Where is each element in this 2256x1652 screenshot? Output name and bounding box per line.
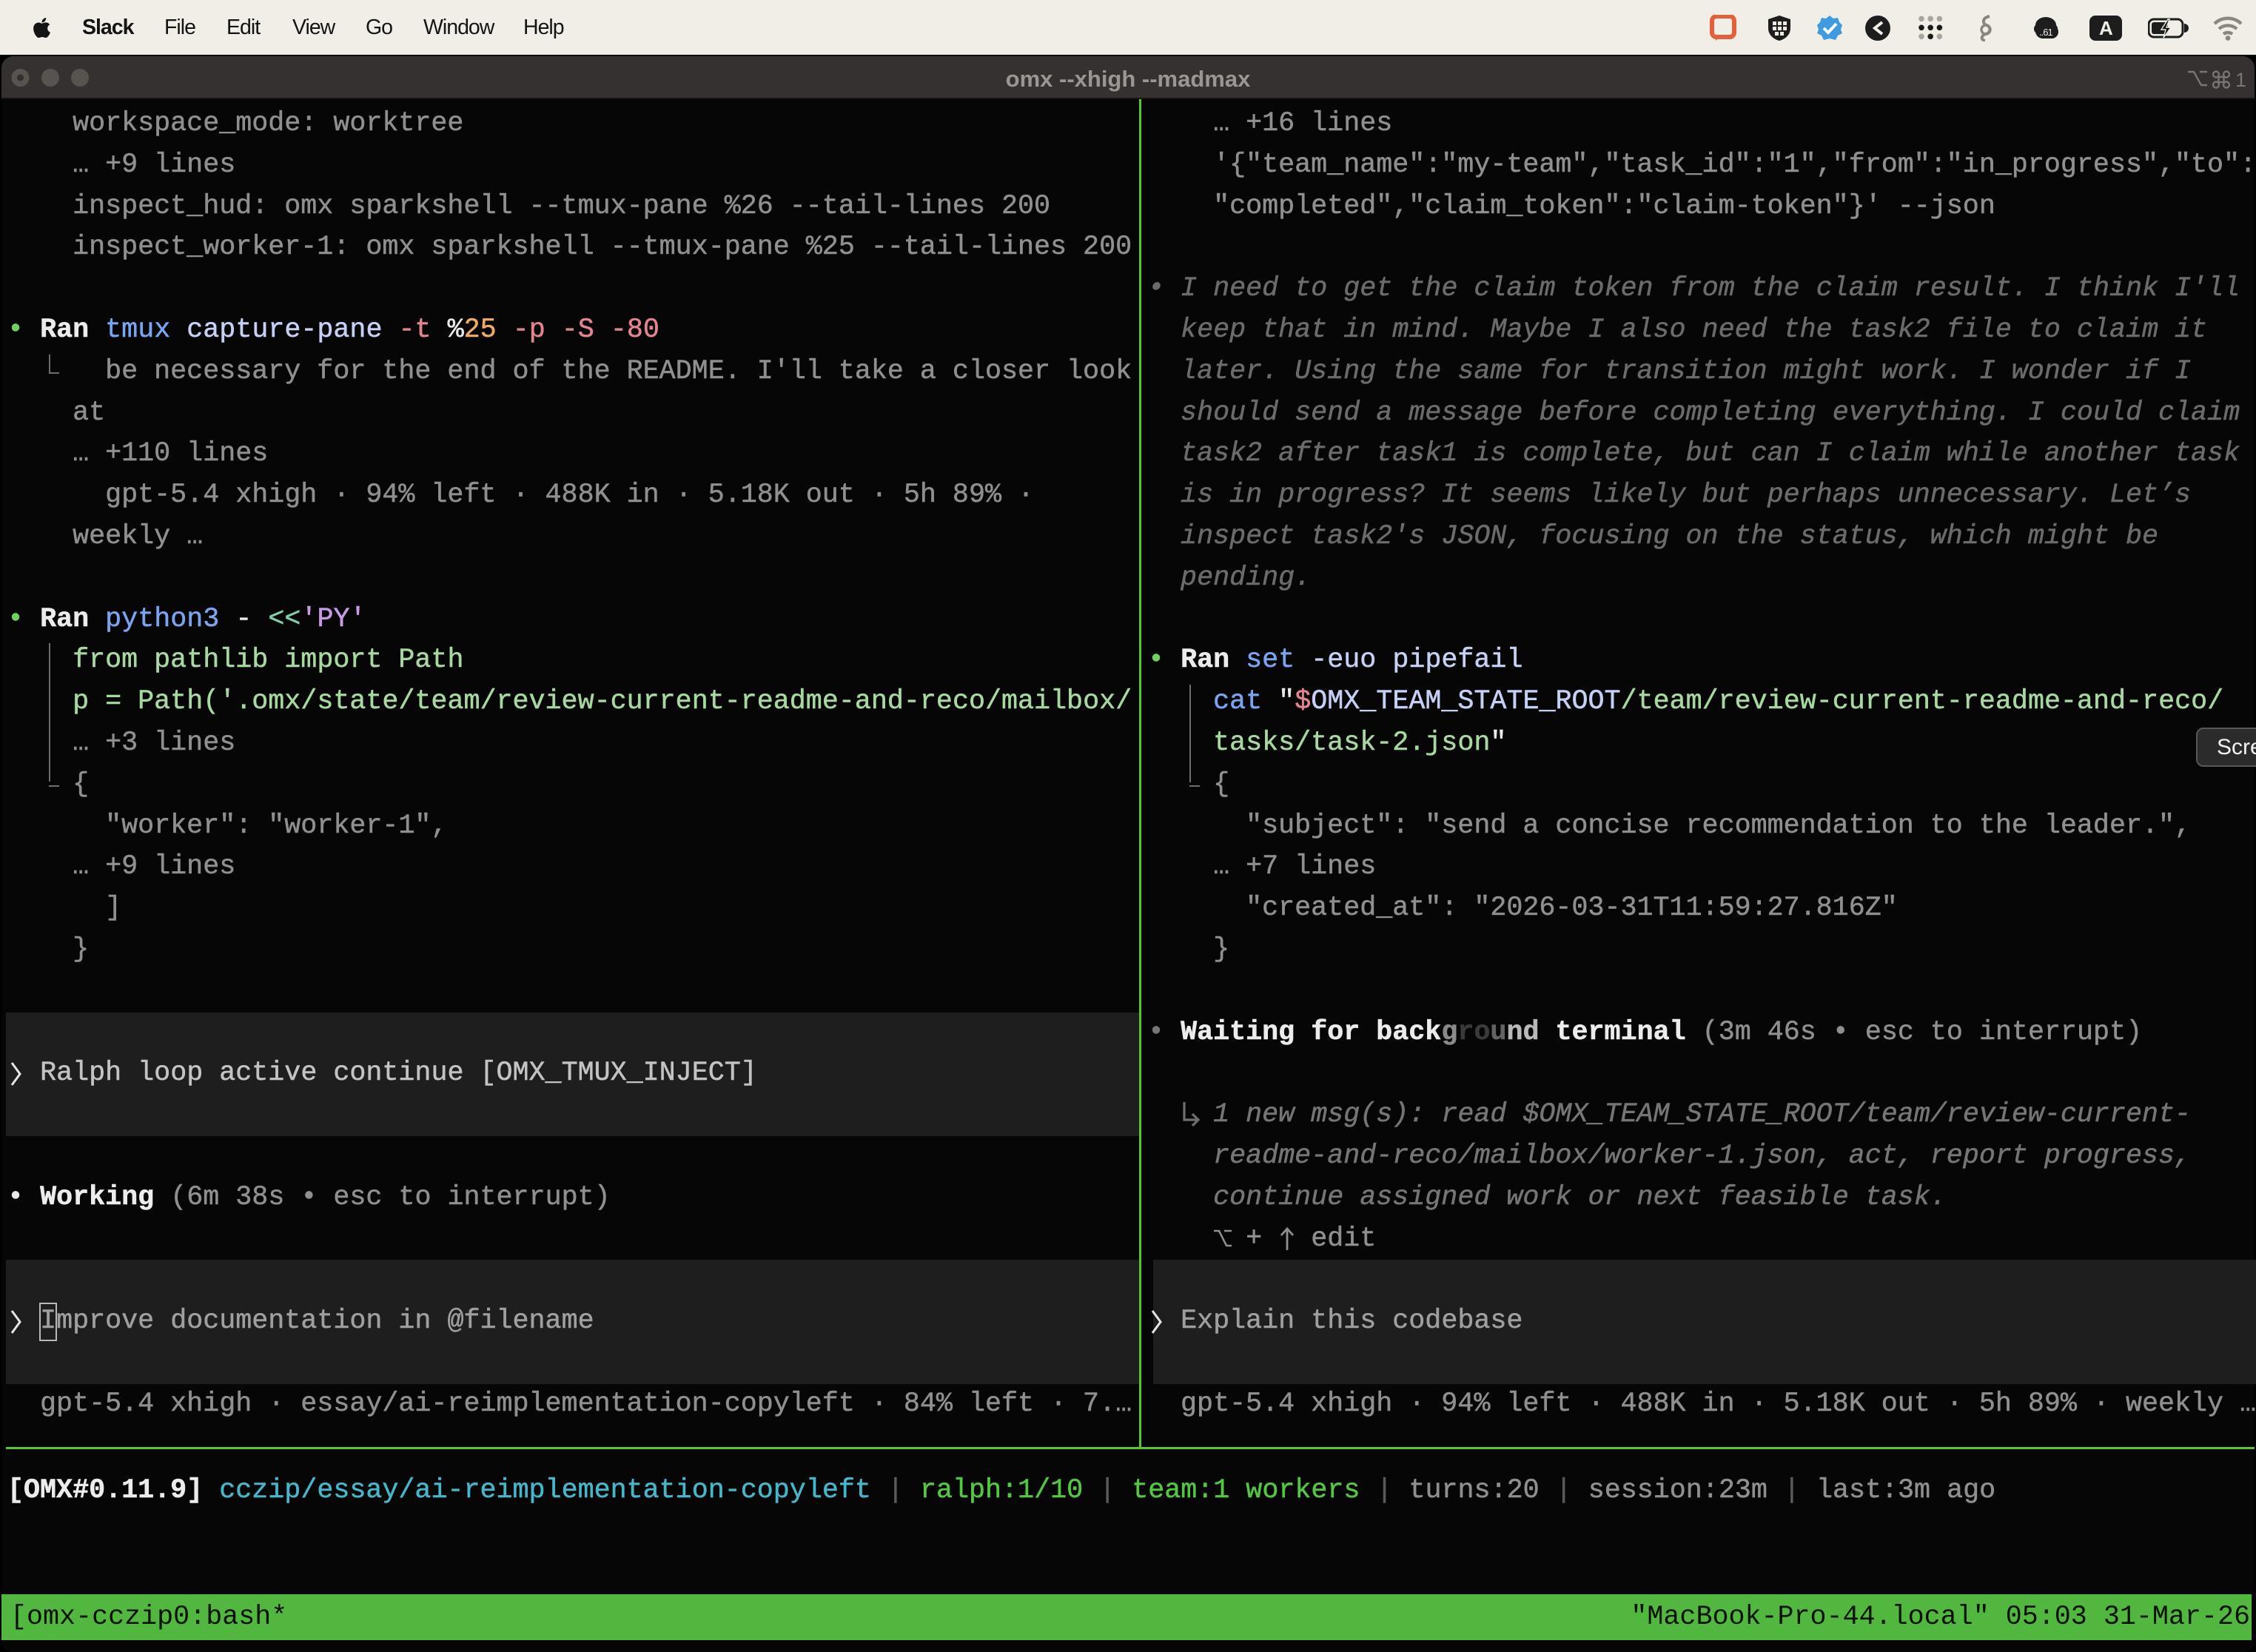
svg-text:..61: ..61 [2039,27,2052,38]
svg-text:1: 1 [2235,69,2246,90]
svg-text:A: A [2099,17,2113,39]
